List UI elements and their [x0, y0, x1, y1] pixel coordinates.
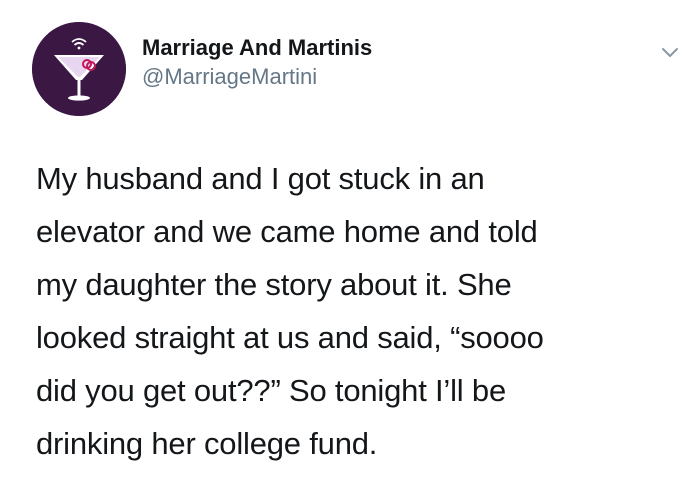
- tweet-text-line: drinking her college fund.: [36, 426, 378, 461]
- tweet-menu-button[interactable]: [658, 40, 682, 64]
- tweet-text-line: elevator and we came home and told: [36, 214, 538, 249]
- tweet-card: Marriage And Martinis @MarriageMartini M…: [0, 0, 700, 504]
- tweet-text-line: My husband and I got stuck in an: [36, 161, 485, 196]
- chevron-down-icon: [662, 48, 678, 57]
- tweet-text-line: looked straight at us and said, “soooo: [36, 320, 544, 355]
- tweet-text: My husband and I got stuck in an elevato…: [36, 152, 676, 470]
- tweet-text-line: did you get out??” So tonight I’ll be: [36, 373, 506, 408]
- display-name[interactable]: Marriage And Martinis: [142, 34, 372, 62]
- tweet-text-line: my daughter the story about it. She: [36, 267, 512, 302]
- avatar[interactable]: [32, 22, 126, 116]
- martini-glass-icon: [32, 22, 126, 116]
- tweet-header: Marriage And Martinis @MarriageMartini: [32, 22, 682, 116]
- user-handle[interactable]: @MarriageMartini: [142, 62, 372, 92]
- author-names: Marriage And Martinis @MarriageMartini: [142, 34, 372, 92]
